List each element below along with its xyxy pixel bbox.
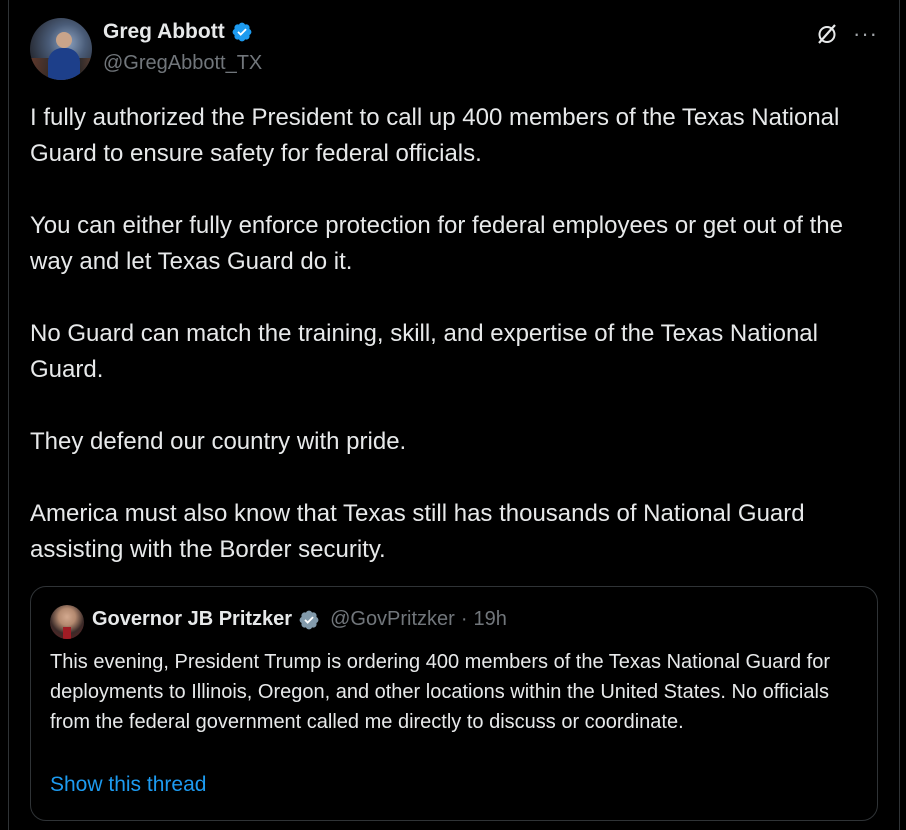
quoted-text: This evening, President Trump is orderin… — [50, 651, 831, 733]
quoted-tweet[interactable]: Governor JB Pritzker @GovPritzker · 19h … — [30, 586, 878, 821]
avatar[interactable] — [30, 18, 92, 80]
quoted-handle[interactable]: @GovPritzker — [330, 608, 455, 631]
tweet-paragraph: I fully authorized the President to call… — [30, 104, 840, 167]
tweet-paragraph: America must also know that Texas still … — [30, 500, 805, 563]
verified-badge-icon[interactable] — [298, 609, 320, 631]
left-border — [8, 0, 9, 830]
more-options-icon[interactable]: ··· — [853, 23, 878, 45]
quoted-display-name[interactable]: Governor JB Pritzker — [92, 608, 292, 631]
verified-badge-icon[interactable] — [231, 21, 253, 43]
tweet-paragraph: They defend our country with pride. — [30, 428, 407, 455]
author-display-name[interactable]: Greg Abbott — [103, 20, 225, 44]
author-name-row: Greg Abbott — [103, 20, 253, 44]
quoted-separator: · — [460, 608, 468, 630]
quoted-timestamp[interactable]: 19h — [474, 608, 507, 631]
grok-icon[interactable] — [815, 22, 839, 46]
show-thread-link[interactable]: Show this thread — [50, 773, 206, 797]
right-border — [899, 0, 900, 830]
author-handle[interactable]: @GregAbbott_TX — [103, 52, 262, 75]
tweet-paragraph: No Guard can match the training, skill, … — [30, 320, 818, 383]
tweet-paragraph: You can either fully enforce protection … — [30, 212, 843, 275]
tweet-text: I fully authorized the President to call… — [30, 100, 870, 568]
top-actions: ··· — [815, 22, 878, 46]
quoted-header: Governor JB Pritzker @GovPritzker · 19h — [92, 608, 507, 631]
quoted-avatar[interactable] — [50, 605, 84, 639]
